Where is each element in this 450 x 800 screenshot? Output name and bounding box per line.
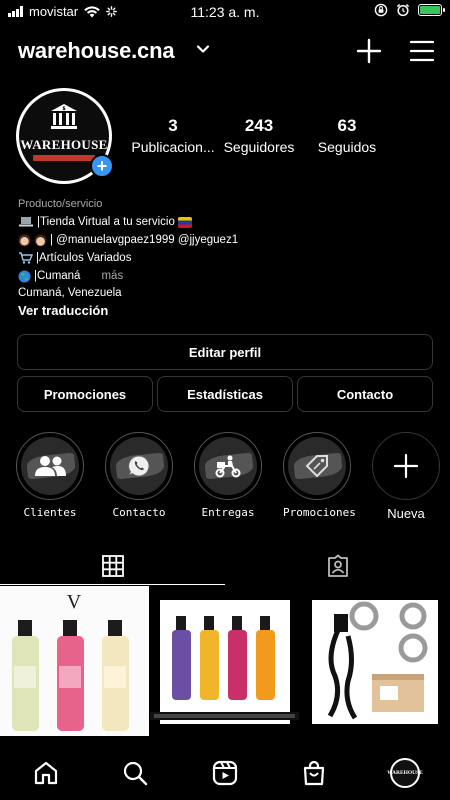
highlight-cover <box>199 437 257 495</box>
globe-icon <box>18 270 31 282</box>
avatar-brand-text: WAREHOUSE <box>20 137 108 152</box>
bio-line-1: |Tienda Virtual a tu servicio <box>18 213 432 231</box>
bio-line-2: | @manuelavgpaez1999 @jjyeguez1 <box>18 231 432 249</box>
status-right <box>374 3 445 17</box>
highlight-label: Contacto <box>112 506 166 519</box>
profile-bio: Producto/servicio |Tienda Virtual a tu s… <box>18 198 432 318</box>
highlight-ring <box>16 432 84 500</box>
rotation-lock-icon <box>374 3 388 17</box>
stat-posts-label: Publicacion... <box>131 139 215 155</box>
post-thumbnail[interactable]: V <box>0 586 149 736</box>
highlight-clientes[interactable]: Clientes <box>16 432 84 519</box>
venezuela-flag-icon <box>177 216 192 228</box>
post-thumbnail[interactable] <box>300 586 449 736</box>
highlight-cover <box>110 437 168 495</box>
post-image <box>150 586 299 736</box>
bio-text-4: |Cumaná <box>34 270 81 282</box>
grid-icon <box>101 555 124 577</box>
highlight-label: Entregas <box>201 506 255 519</box>
search-icon[interactable] <box>122 760 148 786</box>
stat-posts-value: 3 <box>168 116 178 135</box>
statistics-button[interactable]: Estadísticas <box>157 376 293 412</box>
stat-posts[interactable]: 3 Publicacion... <box>128 116 218 155</box>
highlight-ring <box>372 432 440 500</box>
status-bar: movistar 11:23 a. m. <box>0 0 450 26</box>
cart-icon <box>19 252 33 264</box>
profile-header: warehouse.cna <box>18 34 434 70</box>
tagged-icon <box>327 554 348 577</box>
svg-text:$: $ <box>62 106 66 112</box>
shop-icon[interactable] <box>301 760 327 786</box>
chevron-down-icon[interactable] <box>196 42 210 56</box>
translate-link[interactable]: Ver traducción <box>18 303 432 318</box>
menu-icon[interactable] <box>410 40 434 62</box>
tag-icon <box>305 455 328 478</box>
highlight-promociones[interactable]: Promociones <box>283 432 356 519</box>
man-face-icon <box>34 234 47 246</box>
highlight-cover <box>288 437 346 495</box>
bio-line-4: |Cumaná más <box>18 267 432 285</box>
profile-category: Producto/servicio <box>18 198 103 210</box>
bank-icon: $ <box>51 104 77 129</box>
people-icon <box>35 456 66 476</box>
stat-followers[interactable]: 243 Seguidores <box>214 116 304 155</box>
highlight-label: Nueva <box>387 506 425 521</box>
stat-following-label: Seguidos <box>317 139 377 155</box>
post-thumbnail[interactable] <box>150 586 299 736</box>
highlight-ring <box>105 432 173 500</box>
tab-grid[interactable] <box>0 546 225 586</box>
highlight-ring <box>283 432 351 500</box>
post-image: V <box>0 586 149 736</box>
whatsapp-icon <box>128 455 150 477</box>
battery-icon <box>418 4 445 16</box>
bottom-nav: WAREHOUSE <box>0 746 450 800</box>
delivery-icon <box>215 455 241 478</box>
highlight-cover <box>21 437 79 495</box>
highlight-ring <box>194 432 262 500</box>
bio-line-3: |Artículos Variados <box>18 249 432 267</box>
highlight-contacto[interactable]: Contacto <box>105 432 173 519</box>
edit-profile-button[interactable]: Editar perfil <box>17 334 433 370</box>
plus-icon[interactable] <box>356 38 382 64</box>
stat-followers-value: 243 <box>244 116 274 135</box>
highlight-cover <box>377 437 435 495</box>
stat-followers-label: Seguidores <box>223 139 295 155</box>
highlight-label: Promociones <box>283 506 356 519</box>
battery-level <box>420 6 440 14</box>
profile-location[interactable]: Cumaná, Venezuela <box>18 287 432 299</box>
reels-icon[interactable] <box>212 760 238 786</box>
bio-text-3: |Artículos Variados <box>36 252 132 264</box>
stat-following-value: 63 <box>337 116 357 135</box>
stat-following[interactable]: 63 Seguidos <box>302 116 392 155</box>
promotions-button[interactable]: Promociones <box>17 376 153 412</box>
bio-more-link[interactable]: más <box>101 270 123 282</box>
highlight-entregas[interactable]: Entregas <box>194 432 262 519</box>
post-image <box>300 586 449 736</box>
contact-button[interactable]: Contacto <box>297 376 433 412</box>
laptop-icon <box>19 217 33 227</box>
svg-text:V: V <box>67 591 82 613</box>
highlight-label: Clientes <box>23 506 77 519</box>
tab-tagged[interactable] <box>225 546 450 586</box>
bio-text-2[interactable]: | @manuelavgpaez1999 @jjyeguez1 <box>50 234 238 246</box>
active-tab-indicator <box>0 584 225 585</box>
plus-icon <box>393 453 419 479</box>
alarm-icon <box>396 3 410 17</box>
avatar-red-band <box>33 155 95 161</box>
woman-face-icon <box>18 234 31 246</box>
highlight-nueva[interactable]: Nueva <box>372 432 440 521</box>
bio-text-1: |Tienda Virtual a tu servicio <box>37 216 175 228</box>
home-icon[interactable] <box>33 760 59 786</box>
username-title[interactable]: warehouse.cna <box>18 38 175 64</box>
add-story-button[interactable]: + <box>90 154 114 178</box>
profile-icon[interactable]: WAREHOUSE <box>387 758 423 788</box>
